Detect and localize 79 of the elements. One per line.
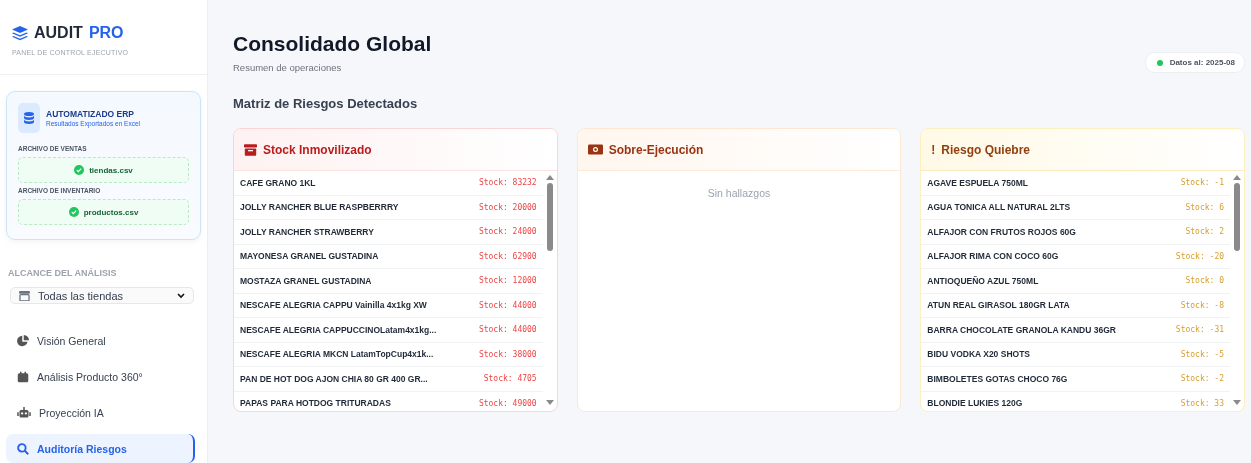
- product-name: PAN DE HOT DOG AJON CHIA 80 GR 400 GR...: [240, 373, 428, 384]
- panel-title: Sobre-Ejecución: [608, 142, 704, 157]
- archive-box-icon: [244, 143, 257, 156]
- nav-item[interactable]: Auditoría Riesgos: [6, 434, 195, 463]
- nav-item[interactable]: Proyección IA: [6, 398, 195, 427]
- stock-value: Stock: -5: [1180, 349, 1224, 359]
- product-name: NESCAFE ALEGRIA CAPPU Vainilla 4x1kg XW: [240, 300, 427, 311]
- file-chip[interactable]: tiendas.csv: [18, 157, 189, 183]
- stock-value: Stock: 49000: [478, 398, 537, 408]
- stock-value: Stock: 83232: [478, 178, 537, 188]
- product-name: BLONDIE LUKIES 120G: [927, 398, 1023, 409]
- stock-value: Stock: -31: [1175, 325, 1224, 335]
- stock-value: Stock: 62900: [478, 251, 537, 261]
- database-icon: [18, 103, 40, 133]
- store-icon: [19, 290, 30, 301]
- panel-title: Riesgo Quiebre: [941, 142, 1031, 157]
- scrollbar-thumb[interactable]: [1234, 183, 1240, 251]
- stock-value: Stock: 0: [1185, 276, 1224, 286]
- scroll-up-icon[interactable]: [545, 175, 554, 180]
- nav-item[interactable]: Análisis Producto 360°: [6, 362, 195, 391]
- stock-value: Stock: 38000: [478, 349, 537, 359]
- stock-value: Stock: 2: [1185, 227, 1224, 237]
- product-name: ALFAJOR RIMA CON COCO 60G: [927, 251, 1059, 262]
- stock-value: Stock: 44000: [478, 325, 537, 335]
- scroll-down-icon[interactable]: [1233, 400, 1241, 405]
- stock-value: Stock: -8: [1180, 300, 1224, 310]
- product-name: NESCAFE ALEGRIA CAPPUCCINOLatam4x1kg...: [240, 324, 437, 335]
- date-badge: Datos al: 2025-08: [1144, 52, 1245, 73]
- erp-title: AUTOMATIZADO ERP: [46, 109, 135, 119]
- empty-message: Sin hallazgos: [707, 187, 771, 199]
- money-icon: [587, 144, 603, 155]
- file-chip[interactable]: productos.csv: [18, 199, 189, 225]
- product-name: ALFAJOR CON FRUTOS ROJOS 60G: [927, 226, 1076, 237]
- product-name: JOLLY RANCHER STRAWBERRY: [240, 226, 374, 237]
- check-circle-icon: [74, 165, 85, 175]
- product-name: MAYONESA GRANEL GUSTADINA: [240, 251, 379, 262]
- scope-label: ALCANCE DEL ANÁLISIS: [8, 268, 118, 278]
- stock-value: Stock: -1: [1180, 178, 1224, 188]
- stock-value: Stock: 12000: [478, 276, 537, 286]
- product-name: BIDU VODKA X20 SHOTS: [927, 349, 1030, 360]
- pie-chart-icon: [17, 334, 29, 347]
- product-name: ATUN REAL GIRASOL 180GR LATA: [927, 300, 1070, 311]
- status-dot-icon: [1156, 59, 1163, 66]
- brand-name: AUDIT: [34, 24, 83, 42]
- product-name: JOLLY RANCHER BLUE RASPBERRRY: [240, 202, 399, 213]
- store-select[interactable]: Todas las tiendas: [10, 287, 194, 304]
- product-name: NESCAFE ALEGRIA MKCN LatamTopCup4x1k...: [240, 349, 434, 360]
- page-title: Consolidado Global: [233, 32, 432, 56]
- scrollbar-thumb[interactable]: [546, 183, 553, 251]
- stock-value: Stock: 44000: [478, 300, 537, 310]
- calendar-icon: [17, 370, 29, 383]
- stock-value: Stock: 24000: [478, 227, 537, 237]
- page-subtitle: Resumen de operaciones: [233, 62, 343, 73]
- stock-value: Stock: 33: [1180, 398, 1224, 408]
- product-name: BARRA CHOCOLATE GRANOLA KANDU 36GR: [927, 324, 1116, 335]
- scroll-down-icon[interactable]: [545, 400, 554, 405]
- stock-value: Stock: 6: [1185, 202, 1224, 212]
- section-title: Matriz de Riesgos Detectados: [233, 96, 419, 111]
- scroll-up-icon[interactable]: [1233, 175, 1241, 180]
- panel-title: Stock Inmovilizado: [263, 142, 372, 157]
- product-name: BIMBOLETES GOTAS CHOCO 76G: [927, 373, 1068, 384]
- stock-value: Stock: -20: [1175, 251, 1224, 261]
- product-name: PAPAS PARA HOTDOG TRITURADAS: [240, 398, 391, 409]
- nav-item[interactable]: Visión General: [6, 326, 195, 355]
- stock-value: Stock: -2: [1180, 374, 1224, 384]
- product-name: CAFE GRANO 1KL: [240, 177, 316, 188]
- product-name: AGUA TONICA ALL NATURAL 2LTS: [927, 202, 1071, 213]
- chevron-down-icon: [177, 292, 185, 299]
- stock-value: Stock: 4705: [483, 374, 537, 384]
- product-name: ANTIOQUEÑO AZUL 750ML: [927, 275, 1039, 286]
- layers-icon: [12, 25, 28, 41]
- product-name: AGAVE ESPUELA 750ML: [927, 177, 1028, 188]
- robot-icon: [17, 406, 31, 419]
- brand-accent: PRO: [88, 24, 124, 42]
- exclamation-icon: !: [931, 142, 936, 157]
- search-icon: [17, 442, 29, 455]
- product-name: MOSTAZA GRANEL GUSTADINA: [240, 275, 372, 286]
- stock-value: Stock: 20000: [478, 202, 537, 212]
- check-circle-icon: [68, 207, 79, 217]
